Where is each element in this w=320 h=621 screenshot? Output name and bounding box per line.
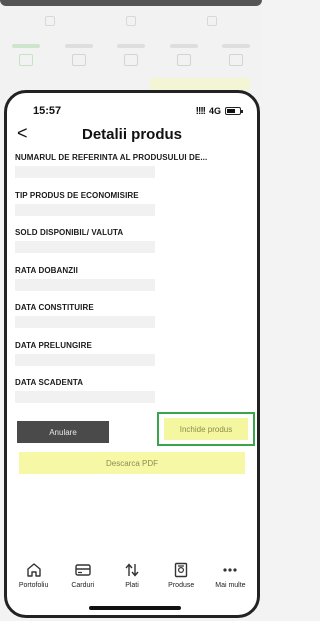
download-pdf-button[interactable]: Descarca PDF [19,452,245,474]
field-value [15,316,155,328]
tab-label: Produse [168,582,195,589]
close-product-button[interactable]: Inchide produs [164,418,248,440]
tab-carduri[interactable]: Carduri [58,561,107,601]
battery-icon [225,107,243,115]
chevron-left-icon[interactable]: < [17,123,28,143]
field-label: RATA DOBANZII [15,265,78,275]
product-details-list: NUMARUL DE REFERINTA AL PRODUSULUI DE...… [7,149,257,412]
field-label: NUMARUL DE REFERINTA AL PRODUSULUI DE... [15,153,208,162]
tab-label: Portofoliu [18,582,49,589]
signal-icon: !!!! [195,105,206,117]
card-icon [75,561,91,579]
field-label: DATA PRELUNGIRE [15,340,92,350]
more-icon [222,561,238,579]
tab-mai-multe[interactable]: Mai multe [206,561,255,601]
document-icon [174,561,188,579]
field-interest-rate: RATA DOBANZII [7,262,257,300]
field-value [15,353,155,366]
tab-label: Plati [125,582,139,589]
field-extension-date: DATA PRELUNGIRE [7,337,257,375]
phone-screen: 15:57 !!!! 4G < Detalii produs NUMARUL D… [4,90,260,618]
field-value [15,391,155,403]
tab-label: Carduri [71,582,95,589]
field-value [15,166,155,178]
action-area: Anulare Inchide produs Descarca PDF [7,412,257,474]
field-label: SOLD DISPONIBIL/ VALUTA [15,228,124,237]
home-indicator[interactable] [89,606,181,610]
ghost-icon-row [10,16,252,30]
status-indicators: !!!! 4G [195,105,243,117]
transfer-icon [124,561,140,579]
tab-produse[interactable]: Produse [157,561,206,601]
button-row: Anulare Inchide produs [7,412,257,446]
field-label: DATA CONSTITUIRE [15,303,94,312]
status-time: 15:57 [33,105,62,117]
field-label: DATA SCADENTA [15,378,84,387]
tab-label: Mai multe [215,582,246,589]
cancel-button[interactable]: Anulare [17,421,109,443]
nav-header: < Detalii produs [7,121,257,147]
ghost-yellow-bar [150,78,250,90]
field-label: TIP PRODUS DE ECONOMISIRE [15,190,139,200]
tab-plati[interactable]: Plati [107,561,156,601]
background-previous-screen [0,0,262,100]
field-reference-number: NUMARUL DE REFERINTA AL PRODUSULUI DE... [7,149,257,187]
network-label: 4G [208,106,221,116]
field-maturity-date: DATA SCADENTA [7,374,257,412]
ghost-tab-row [8,44,254,66]
tab-portofoliu[interactable]: Portofoliu [9,561,58,601]
field-value [15,241,155,253]
field-creation-date: DATA CONSTITUIRE [7,299,257,337]
highlight-frame: Inchide produs [157,412,255,446]
home-icon [26,561,42,579]
field-value [15,278,155,291]
field-available-balance: SOLD DISPONIBIL/ VALUTA [7,224,257,262]
bottom-tab-bar: Portofoliu Carduri Plati Produse Mai mul… [7,561,257,601]
status-bar: 15:57 !!!! 4G [7,93,257,121]
field-savings-type: TIP PRODUS DE ECONOMISIRE [7,187,257,225]
field-value [15,203,155,216]
previous-phone-frame [0,0,262,6]
page-title: Detalii produs [81,125,182,143]
